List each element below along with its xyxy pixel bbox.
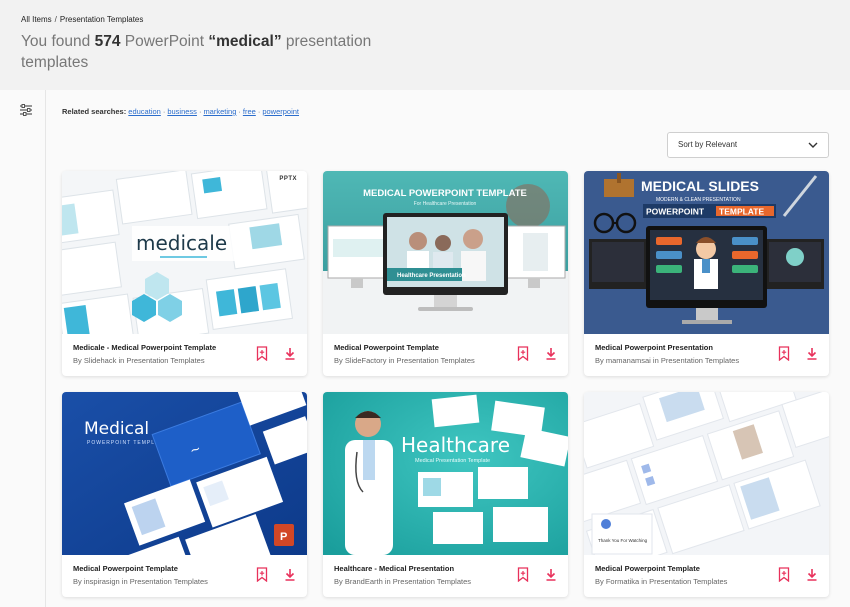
card-actions — [256, 346, 296, 362]
related-searches-label: Related searches: — [62, 107, 127, 116]
card-art-title: Healthcare — [401, 433, 510, 457]
bookmark-add-icon[interactable] — [256, 567, 268, 582]
download-icon[interactable] — [806, 567, 818, 582]
card-meta: Medical Powerpoint Template By Formatika… — [595, 564, 775, 586]
related-link-education[interactable]: education — [128, 107, 161, 116]
medical-slides-preview-image: MEDICAL SLIDES MODERN & CLEAN PRESENTATI… — [584, 171, 829, 334]
card-actions — [778, 346, 818, 362]
formatika-preview-image: Thank You For Watching — [584, 392, 829, 555]
card-actions — [517, 346, 557, 362]
svg-text:P: P — [280, 531, 287, 543]
card-title[interactable]: Medicale - Medical Powerpoint Template — [73, 343, 253, 352]
card-actions — [256, 567, 296, 583]
card-meta: Medicale - Medical Powerpoint Template B… — [73, 343, 253, 365]
card-art-title: MEDICAL SLIDES — [641, 178, 759, 194]
page-header: All Items / Presentation Templates You fou… — [0, 0, 850, 90]
download-icon[interactable] — [545, 346, 557, 361]
related-link-free[interactable]: free — [243, 107, 256, 116]
title-middle: PowerPoint — [124, 33, 205, 50]
card-byline: By Slidehack in Presentation Templates — [73, 356, 205, 365]
card-byline: By BrandEarth in Presentation Templates — [334, 577, 472, 586]
template-thumbnail[interactable]: MEDICAL SLIDES MODERN & CLEAN PRESENTATI… — [584, 171, 829, 334]
card-art-caption: Healthcare Presentation — [397, 273, 466, 279]
card-title[interactable]: Medical Powerpoint Template — [73, 564, 253, 573]
card-meta: Medical Powerpoint Presentation By maman… — [595, 343, 775, 365]
results-area: Related searches: education · business · mar… — [0, 90, 850, 607]
bookmark-add-icon[interactable] — [778, 346, 790, 361]
template-thumbnail[interactable]: Medical POWERPOINT TEMPLATE ~ P — [62, 392, 307, 555]
related-link-marketing[interactable]: marketing — [203, 107, 236, 116]
bookmark-add-icon[interactable] — [517, 346, 529, 361]
bookmark-add-icon[interactable] — [256, 346, 268, 361]
breadcrumb-current: Presentation Templates — [59, 15, 144, 24]
card-meta: Medical Powerpoint Template By inspirasi… — [73, 564, 253, 586]
bookmark-add-icon[interactable] — [778, 567, 790, 582]
related-searches: Related searches: education · business · mar… — [62, 107, 299, 116]
healthcare-preview-image: Healthcare Medical Presentation Template — [323, 392, 568, 555]
related-link-powerpoint[interactable]: powerpoint — [262, 107, 299, 116]
related-separator: · — [198, 107, 202, 116]
template-card[interactable]: MEDICAL SLIDES MODERN & CLEAN PRESENTATI… — [584, 171, 829, 376]
card-byline: By Formatika in Presentation Templates — [595, 577, 728, 586]
card-byline: By inspirasign in Presentation Templates — [73, 577, 208, 586]
download-icon[interactable] — [284, 567, 296, 582]
template-thumbnail[interactable]: MEDICAL POWERPOINT TEMPLATE For Healthca… — [323, 171, 568, 334]
card-byline: By mamanamsai in Presentation Templates — [595, 356, 740, 365]
card-title[interactable]: Healthcare - Medical Presentation — [334, 564, 514, 573]
breadcrumb: All Items / Presentation Templates — [21, 15, 143, 24]
medical-template-preview-image: MEDICAL POWERPOINT TEMPLATE For Healthca… — [323, 171, 568, 334]
format-badge: PPTX — [279, 176, 297, 182]
card-art-title: Medical — [84, 419, 149, 439]
template-card[interactable]: MEDICAL POWERPOINT TEMPLATE For Healthca… — [323, 171, 568, 376]
card-art-tag-b: TEMPLATE — [719, 207, 765, 217]
download-icon[interactable] — [545, 567, 557, 582]
card-art-tag-a: POWERPOINT — [646, 207, 705, 217]
template-card[interactable]: Medical POWERPOINT TEMPLATE ~ P Medical … — [62, 392, 307, 597]
medicale-preview-image: medicale — [62, 171, 307, 334]
card-art-title: Thank You For Watching — [598, 538, 648, 543]
page-title: You found 574 PowerPoint “medical” prese… — [21, 31, 421, 73]
card-actions — [517, 567, 557, 583]
card-actions — [778, 567, 818, 583]
card-art-subtitle: MODERN & CLEAN PRESENTATION — [656, 197, 741, 203]
related-separator: · — [162, 107, 166, 116]
template-card[interactable]: medicale PPTX Medicale - Medical Powerpo… — [62, 171, 307, 376]
card-art-subtitle: For Healthcare Presentation — [414, 201, 477, 207]
card-title[interactable]: Medical Powerpoint Template — [334, 343, 514, 352]
medical-blue-preview-image: Medical POWERPOINT TEMPLATE ~ P — [62, 392, 307, 555]
template-card[interactable]: Thank You For Watching Medical Powerpoin… — [584, 392, 829, 597]
result-count: 574 — [94, 33, 121, 50]
card-art-subtitle: Medical Presentation Template — [415, 458, 490, 464]
breadcrumb-home-link[interactable]: All Items — [21, 15, 52, 24]
related-separator: · — [257, 107, 261, 116]
download-icon[interactable] — [806, 346, 818, 361]
card-title[interactable]: Medical Powerpoint Template — [595, 564, 775, 573]
filter-sliders-icon[interactable] — [19, 103, 33, 117]
related-link-business[interactable]: business — [167, 107, 197, 116]
card-meta: Healthcare - Medical Presentation By Bra… — [334, 564, 514, 586]
search-query: “medical” — [208, 33, 282, 50]
filter-sidebar — [0, 90, 46, 607]
card-meta: Medical Powerpoint Template By SlideFact… — [334, 343, 514, 365]
breadcrumb-separator: / — [54, 15, 57, 24]
card-art-title: MEDICAL POWERPOINT TEMPLATE — [363, 188, 527, 199]
chevron-down-icon — [808, 142, 818, 148]
template-card[interactable]: Healthcare Medical Presentation Template… — [323, 392, 568, 597]
bookmark-add-icon[interactable] — [517, 567, 529, 582]
card-title[interactable]: Medical Powerpoint Presentation — [595, 343, 775, 352]
template-thumbnail[interactable]: medicale PPTX — [62, 171, 307, 334]
sort-dropdown[interactable]: Sort by Relevant — [667, 132, 829, 158]
template-thumbnail[interactable]: Healthcare Medical Presentation Template — [323, 392, 568, 555]
download-icon[interactable] — [284, 346, 296, 361]
template-thumbnail[interactable]: Thank You For Watching — [584, 392, 829, 555]
card-art-title: medicale — [136, 231, 227, 255]
card-byline: By SlideFactory in Presentation Template… — [334, 356, 475, 365]
related-separator: · — [238, 107, 241, 116]
sort-dropdown-label: Sort by Relevant — [678, 140, 738, 149]
title-prefix: You found — [21, 33, 91, 50]
